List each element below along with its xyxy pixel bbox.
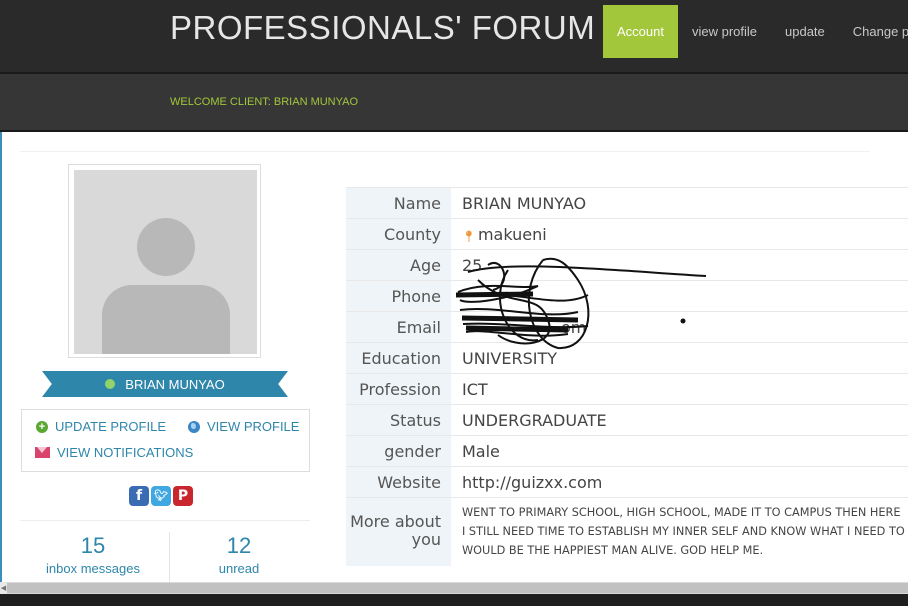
detail-label: Website — [346, 467, 451, 498]
detail-label: More about you — [346, 498, 451, 566]
detail-label: Profession — [346, 374, 451, 405]
detail-label: Status — [346, 405, 451, 436]
detail-row-education: Education Level UNIVERSITY — [346, 342, 908, 399]
map-pin-icon: 📍︎ — [462, 230, 476, 243]
about-line: WENT TO PRIMARY SCHOOL, HIGH SCHOOL, MAD… — [462, 506, 901, 519]
welcome-text: WELCOME CLIENT: BRIAN MUNYAO — [170, 96, 359, 108]
detail-row-age: Age 25 — [346, 249, 908, 281]
scroll-left-icon[interactable]: ◀ — [0, 582, 7, 594]
avatar-body-shape — [102, 285, 230, 354]
facebook-icon[interactable]: f — [129, 486, 149, 506]
main-nav: Account view profile update Change p — [603, 5, 908, 58]
horizontal-scrollbar[interactable]: ◀ — [0, 582, 908, 594]
top-navbar: PROFESSIONALS' FORUM Account view profil… — [0, 0, 908, 72]
detail-label: Age — [346, 250, 451, 281]
update-profile-label: UPDATE PROFILE — [55, 419, 167, 434]
detail-label: gender — [346, 436, 451, 467]
inbox-label[interactable]: inbox messages — [43, 561, 143, 576]
detail-row-about: More about you WENT TO PRIMARY SCHOOL, H… — [346, 497, 908, 566]
update-profile-link[interactable]: + UPDATE PROFILE — [36, 419, 166, 434]
about-line: WOULD BE THE HAPPIEST MAN ALIVE. GOD HEL… — [462, 544, 764, 557]
detail-label: Email — [346, 312, 451, 343]
unread-count[interactable]: 12 — [189, 533, 289, 559]
nav-change-password[interactable]: Change p — [839, 5, 908, 58]
detail-row-county: County 📍︎ makueni — [346, 218, 908, 250]
detail-row-phone: Phone — [346, 280, 908, 312]
pinterest-icon[interactable]: P — [173, 486, 193, 506]
inbox-count[interactable]: 15 — [43, 533, 143, 559]
envelope-icon — [35, 447, 50, 458]
nav-view-profile[interactable]: view profile — [678, 5, 771, 58]
detail-value: om — [561, 318, 587, 337]
about-text: WENT TO PRIMARY SCHOOL, HIGH SCHOOL, MAD… — [451, 498, 908, 566]
stats-separator — [169, 532, 170, 582]
detail-row-status: Status UNDERGRADUATE — [346, 404, 908, 436]
detail-value: Male — [462, 442, 500, 461]
social-links: f 🐦︎ P — [129, 486, 193, 506]
detail-value: UNDERGRADUATE — [462, 411, 607, 430]
website-link[interactable]: http://guizxx.com — [451, 467, 908, 498]
profile-name: BRIAN MUNYAO — [125, 376, 225, 392]
detail-value: UNIVERSITY — [462, 349, 557, 368]
detail-row-name: Name BRIAN MUNYAO — [346, 187, 908, 219]
avatar-head-shape — [137, 218, 195, 276]
detail-label: Phone — [346, 281, 451, 312]
stats-divider — [20, 520, 310, 521]
welcome-divider — [0, 130, 908, 132]
view-notifications-link[interactable]: VIEW NOTIFICATIONS — [35, 445, 193, 460]
avatar — [74, 170, 257, 354]
detail-value: 📍︎ makueni — [451, 219, 908, 250]
county-value: makueni — [477, 225, 547, 244]
detail-row-gender: gender Male — [346, 435, 908, 467]
view-profile-link[interactable]: VIEW PROFILE — [188, 419, 299, 434]
view-profile-label: VIEW PROFILE — [207, 419, 300, 434]
unread-label[interactable]: unread — [189, 561, 289, 576]
about-label-line: More about — [350, 512, 441, 531]
content-divider — [20, 151, 870, 152]
left-border — [0, 132, 2, 582]
detail-label: Education Level — [346, 343, 451, 399]
bottom-bar — [0, 594, 908, 606]
about-line: I STILL NEED TIME TO ESTABLISH MY INNER … — [462, 525, 905, 538]
detail-value: BRIAN MUNYAO — [462, 194, 587, 213]
online-status-icon — [105, 379, 116, 389]
profile-actions: + UPDATE PROFILE VIEW PROFILE VIEW NOTIF… — [21, 409, 310, 472]
twitter-icon[interactable]: 🐦︎ — [151, 486, 171, 506]
detail-row-email: Email om — [346, 311, 908, 343]
detail-label: County — [346, 219, 451, 250]
detail-value: 25 — [462, 256, 483, 275]
profile-name-ribbon: BRIAN MUNYAO — [42, 371, 288, 397]
brand-title[interactable]: PROFESSIONALS' FORUM — [170, 9, 595, 47]
detail-value — [451, 281, 908, 312]
detail-row-website: Website http://guizxx.com — [346, 466, 908, 498]
avatar-frame — [68, 164, 261, 358]
nav-update[interactable]: update — [771, 5, 839, 58]
globe-icon — [188, 420, 200, 433]
plus-circle-icon: + — [36, 420, 48, 433]
about-label-line: you — [411, 530, 441, 549]
welcome-bar: WELCOME CLIENT: BRIAN MUNYAO — [0, 74, 908, 130]
detail-value: ICT — [462, 380, 488, 399]
detail-row-profession: Profession ICT — [346, 373, 908, 405]
detail-label: Name — [346, 188, 451, 219]
view-notifications-label: VIEW NOTIFICATIONS — [57, 445, 194, 460]
scrollbar-thumb[interactable] — [7, 583, 908, 593]
nav-account[interactable]: Account — [603, 5, 678, 58]
